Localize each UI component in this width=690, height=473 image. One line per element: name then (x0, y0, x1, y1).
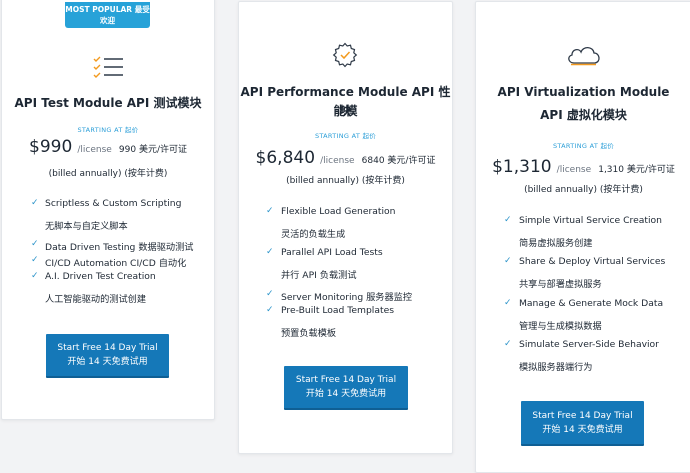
most-popular-badge: MOST POPULAR 最受欢迎 (65, 2, 150, 28)
check-icon: ✓ (504, 256, 512, 266)
pricing-card-api-test: MOST POPULAR 最受欢迎 API Test Module API 测试… (1, 0, 215, 420)
check-icon: ✓ (504, 215, 512, 225)
price-value: $990 (29, 137, 73, 157)
gear-check-icon (332, 42, 358, 72)
start-trial-label-cn: 开始 14 天免费试用 (67, 357, 148, 367)
price-unit: /license (77, 145, 112, 155)
plan-title: API Test Module API 测试模块 (14, 96, 202, 110)
check-icon: ✓ (31, 255, 39, 265)
check-icon: ✓ (266, 247, 274, 257)
billing-note: (billed annually) (按年计费) (48, 169, 168, 179)
starting-at-label: STARTING AT 起价 (314, 132, 377, 140)
start-trial-label-cn: 开始 14 天免费试用 (542, 424, 623, 435)
start-trial-button[interactable]: Start Free 14 Day Trial 开始 14 天免费试用 (521, 401, 644, 446)
pricing-card-api-performance: API Performance Module API 性能模 块 STARTIN… (238, 1, 453, 454)
billing-note: (billed annually) (按年计费) (286, 176, 405, 186)
price-value: $1,310 (492, 157, 552, 177)
check-icon: ✓ (31, 271, 39, 281)
start-trial-button[interactable]: Start Free 14 Day Trial 开始 14 天免费试用 (46, 334, 169, 378)
plan-title-cont: API 虚拟化模块 (540, 108, 627, 122)
price-translation: 990 美元/许可证 (118, 145, 187, 155)
billing-note: (billed annually) (按年计费) (524, 185, 643, 195)
check-icon: ✓ (504, 339, 512, 349)
starting-at-label: STARTING AT 起价 (77, 126, 139, 134)
price-unit: /license (556, 165, 592, 175)
start-trial-label-cn: 开始 14 天免费试用 (305, 389, 387, 399)
price-line: $990 /license 990 美元/许可证 (2, 137, 214, 157)
check-icon: ✓ (31, 198, 39, 208)
start-trial-label: Start Free 14 Day Trial (532, 410, 633, 421)
price-translation: 6840 美元/许可证 (361, 156, 436, 166)
start-trial-button[interactable]: Start Free 14 Day Trial 开始 14 天免费试用 (284, 366, 408, 410)
cloud-icon (565, 43, 603, 71)
check-icon: ✓ (266, 289, 274, 299)
plan-title: API Virtualization Module (497, 85, 670, 99)
pricing-card-api-virtualization: API Virtualization Module API 虚拟化模块 STAR… (475, 1, 690, 473)
check-icon: ✓ (31, 239, 39, 249)
check-icon: ✓ (504, 298, 512, 308)
price-unit: /license (320, 156, 355, 166)
start-trial-label: Start Free 14 Day Trial (57, 343, 158, 353)
starting-at-label: STARTING AT 起价 (552, 142, 615, 150)
start-trial-label: Start Free 14 Day Trial (295, 375, 397, 385)
price-translation: 1,310 美元/许可证 (598, 165, 675, 175)
price-line: $1,310 /license 1,310 美元/许可证 (476, 157, 690, 177)
check-icon: ✓ (266, 305, 274, 315)
check-icon: ✓ (266, 206, 274, 216)
checklist-icon (92, 55, 126, 83)
price-line: $6,840 /license 6840 美元/许可证 (239, 148, 452, 168)
price-value: $6,840 (255, 148, 316, 168)
plan-title-cont: 块 (339, 104, 352, 118)
